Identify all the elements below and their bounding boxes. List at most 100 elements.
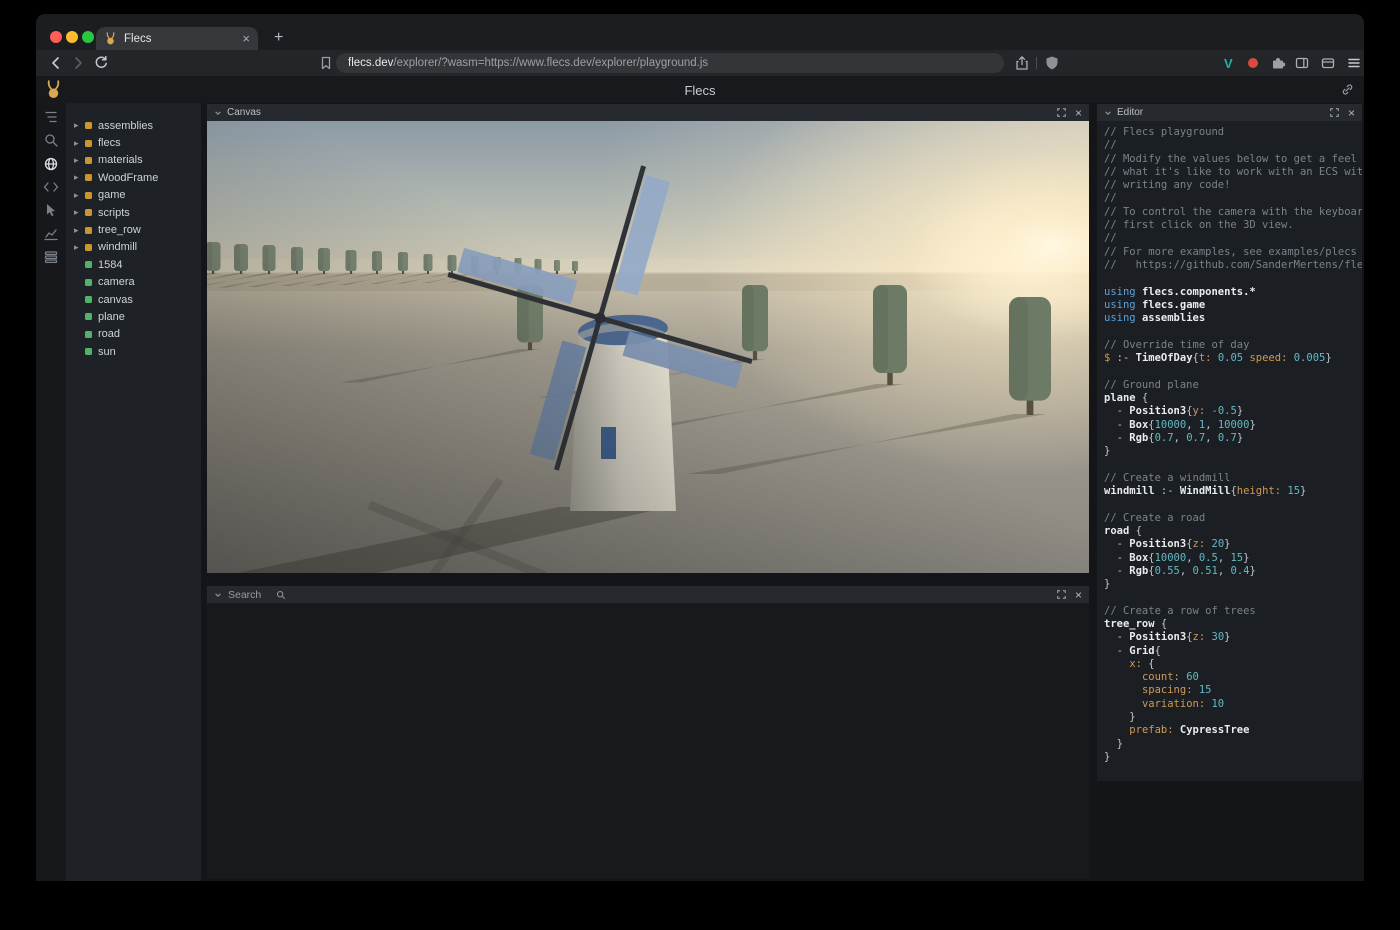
code-line: } [1104, 711, 1362, 724]
search-icon[interactable] [43, 132, 59, 148]
entity-color-square [85, 279, 92, 286]
expand-arrow-icon[interactable]: ▸ [74, 207, 85, 218]
expand-arrow-icon[interactable]: ▸ [74, 190, 85, 201]
tree-item-canvas[interactable]: canvas [66, 291, 201, 308]
tree-item-label: assemblies [98, 120, 153, 132]
outliner-icon[interactable] [43, 109, 59, 125]
code-line: // Create a row of trees [1104, 605, 1362, 618]
expand-arrow-icon[interactable]: ▸ [74, 138, 85, 149]
tab-title: Flecs [124, 33, 242, 45]
shield-icon[interactable] [1044, 55, 1060, 71]
expand-arrow-icon[interactable]: ▸ [74, 225, 85, 236]
close-window-button[interactable] [50, 31, 62, 43]
minimize-window-button[interactable] [66, 31, 78, 43]
extension-red-icon[interactable] [1248, 58, 1264, 74]
tree-item-tree_row[interactable]: ▸tree_row [66, 221, 201, 238]
expand-arrow-icon[interactable]: ▸ [74, 155, 85, 166]
back-button[interactable] [48, 55, 64, 71]
forward-button[interactable] [70, 55, 86, 71]
stats-icon[interactable] [43, 226, 59, 242]
tree-item-assemblies[interactable]: ▸ assemblies [66, 117, 201, 134]
code-line: using flecs.components.* [1104, 286, 1362, 299]
tree-item-label: materials [98, 154, 143, 166]
tab-close-icon[interactable]: × [242, 32, 250, 45]
address-bar[interactable]: flecs.dev/explorer/?wasm=https://www.fle… [336, 53, 1004, 73]
code-line: // https://github.com/SanderMertens/flec… [1104, 259, 1362, 272]
menu-icon[interactable] [1346, 55, 1362, 71]
tree-item-plane[interactable]: plane [66, 308, 201, 325]
code-line: // Create a road [1104, 512, 1362, 525]
tree-item-label: camera [98, 276, 135, 288]
inspect-icon[interactable] [43, 202, 59, 218]
tree-item-label: road [98, 328, 120, 340]
tab-strip: Flecs × + [36, 14, 1364, 50]
bookmark-icon[interactable] [318, 55, 334, 71]
code-line: road { [1104, 525, 1362, 538]
code-line: count: 60 [1104, 671, 1362, 684]
scene-icon[interactable] [43, 156, 59, 172]
extension-v-icon[interactable]: V [1224, 56, 1240, 72]
code-line: variation: 10 [1104, 698, 1362, 711]
code-line: // what it's like to work with an ECS wi… [1104, 166, 1362, 179]
code-line: using assemblies [1104, 312, 1362, 325]
tree-item-road[interactable]: road [66, 326, 201, 343]
collapse-chevron-icon[interactable] [214, 591, 222, 599]
search-panel-header: × [207, 586, 1089, 603]
tree-item-camera[interactable]: camera [66, 274, 201, 291]
fullscreen-icon[interactable] [1330, 108, 1339, 117]
code-line: // Create a windmill [1104, 472, 1362, 485]
code-line: // Override time of day [1104, 339, 1362, 352]
browser-tab[interactable]: Flecs × [96, 27, 258, 50]
code-line: $ :- TimeOfDay{t: 0.05 speed: 0.005} [1104, 352, 1362, 365]
page-title: Flecs [36, 83, 1364, 98]
code-line: - Position3{z: 20} [1104, 538, 1362, 551]
zoom-window-button[interactable] [82, 31, 94, 43]
toolbar-divider [1036, 57, 1037, 69]
entity-color-square [85, 122, 92, 129]
code-line [1104, 365, 1362, 378]
editor-panel-header: Editor × [1097, 104, 1362, 121]
fullscreen-icon[interactable] [1057, 590, 1066, 599]
tree-item-sun[interactable]: sun [66, 343, 201, 360]
code-line: - Position3{y: -0.5} [1104, 405, 1362, 418]
tree-item-materials[interactable]: ▸ materials [66, 152, 201, 169]
share-link-icon[interactable] [1341, 83, 1354, 96]
editor-code[interactable]: // Flecs playground//// Modify the value… [1097, 121, 1362, 781]
fullscreen-icon[interactable] [1057, 108, 1066, 117]
side-panel-icon[interactable] [1294, 55, 1310, 71]
code-line: // [1104, 232, 1362, 245]
close-panel-icon[interactable]: × [1348, 107, 1355, 119]
editor-panel-title: Editor [1117, 107, 1143, 118]
reload-button[interactable] [93, 55, 109, 71]
collapse-chevron-icon[interactable] [1104, 109, 1112, 117]
collapse-chevron-icon[interactable] [214, 109, 222, 117]
close-panel-icon[interactable]: × [1075, 589, 1082, 601]
tree-item-windmill[interactable]: ▸windmill [66, 239, 201, 256]
wallet-icon[interactable] [1320, 55, 1336, 71]
code-line: // Flecs playground [1104, 126, 1362, 139]
share-icon[interactable] [1014, 55, 1030, 71]
code-line: // For more examples, see examples/plecs… [1104, 246, 1362, 259]
tree-item-label: WoodFrame [98, 172, 158, 184]
code-icon[interactable] [43, 179, 59, 195]
tree-item-WoodFrame[interactable]: ▸ WoodFrame [66, 169, 201, 186]
new-tab-button[interactable]: + [274, 28, 283, 48]
scene-svg[interactable] [207, 121, 1089, 573]
tree-item-1584[interactable]: 1584 [66, 256, 201, 273]
expand-arrow-icon[interactable]: ▸ [74, 172, 85, 183]
search-input[interactable] [228, 589, 274, 601]
extensions-puzzle-icon[interactable] [1270, 55, 1286, 71]
code-line: // Ground plane [1104, 379, 1362, 392]
tree-item-scripts[interactable]: ▸scripts [66, 204, 201, 221]
close-panel-icon[interactable]: × [1075, 107, 1082, 119]
entity-color-square [85, 348, 92, 355]
tree-item-label: canvas [98, 294, 133, 306]
expand-arrow-icon[interactable]: ▸ [74, 242, 85, 253]
tree-item-game[interactable]: ▸game [66, 187, 201, 204]
tree-item-flecs[interactable]: ▸flecs [66, 134, 201, 151]
queries-icon[interactable] [43, 249, 59, 265]
code-line: // [1104, 139, 1362, 152]
entity-color-square [85, 296, 92, 303]
code-line [1104, 458, 1362, 471]
expand-arrow-icon[interactable]: ▸ [74, 120, 85, 131]
